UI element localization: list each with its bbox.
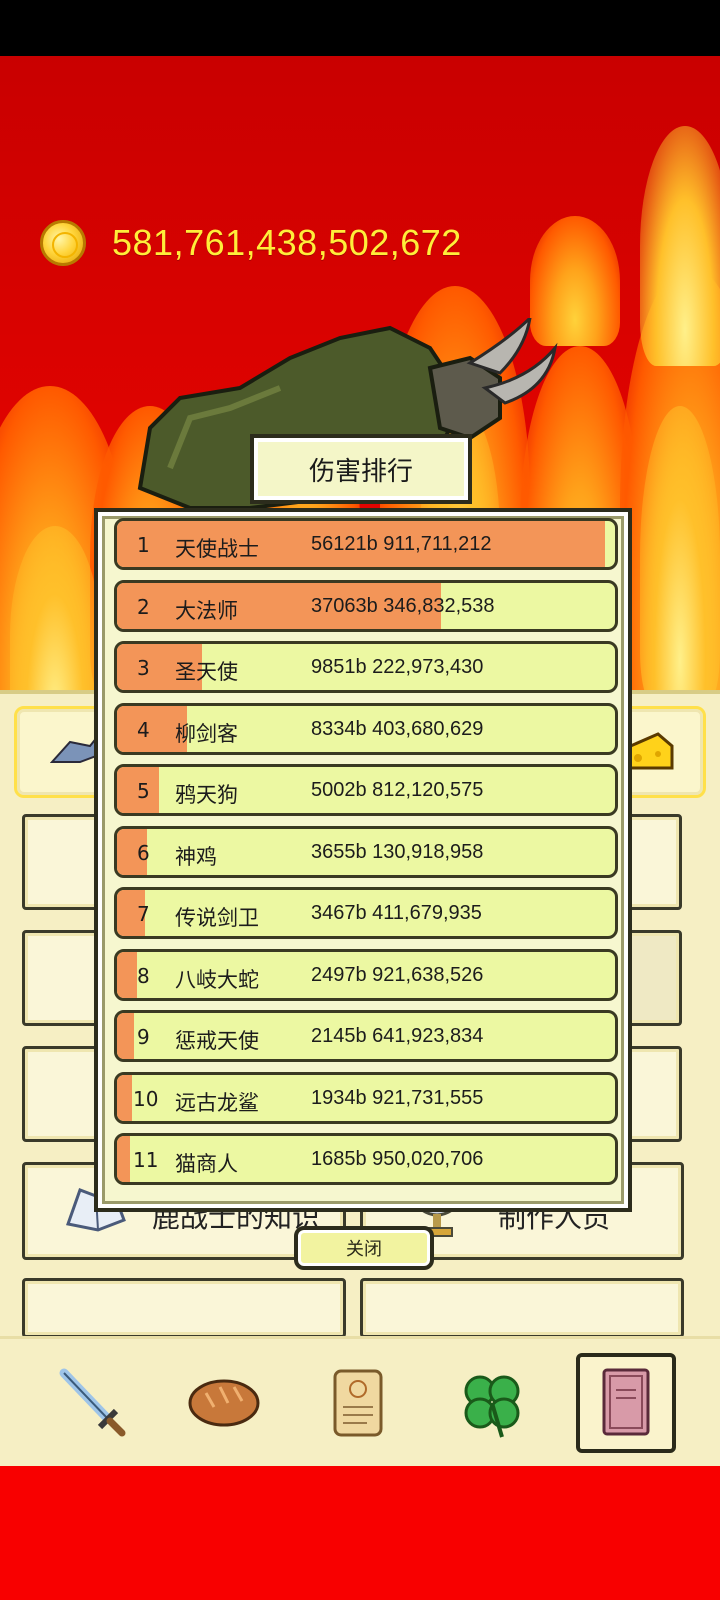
damage-value: 9851b 222,973,430 xyxy=(311,656,484,678)
coin-icon xyxy=(40,220,86,266)
bottom-nav xyxy=(0,1336,720,1466)
nav-scroll[interactable] xyxy=(308,1353,408,1453)
damage-share-bar xyxy=(117,1074,133,1121)
hero-name: 柳剑客 xyxy=(175,721,238,746)
ranking-row[interactable]: 1 天使战士 56121b 911,711,212 xyxy=(114,518,618,570)
damage-value: 5002b 812,120,575 xyxy=(311,779,484,801)
hero-name: 圣天使 xyxy=(175,660,238,684)
damage-ranking-panel: 1 天使战士 56121b 911,711,212 2 大法师 37063b 346,83… xyxy=(94,508,632,1212)
bread-icon xyxy=(188,1379,260,1427)
damage-value: 1685b 950,020,706 xyxy=(311,1148,484,1170)
rank-number: 9 xyxy=(137,1025,150,1049)
damage-value: 56121b 911,711,212 xyxy=(311,533,492,555)
menu-card-8[interactable] xyxy=(360,1278,684,1338)
damage-share-bar xyxy=(117,1013,135,1059)
coin-amount: 581,761,438,502,672 xyxy=(112,222,462,263)
rank-number: 3 xyxy=(137,656,150,680)
ranking-row[interactable]: 4 柳剑客 8334b 403,680,629 xyxy=(114,702,618,755)
ranking-row[interactable]: 3 圣天使 9851b 222,973,430 xyxy=(114,641,618,693)
ranking-title-box: 伤害排行 xyxy=(250,434,472,504)
damage-value: 8334b 403,680,629 xyxy=(311,717,484,740)
hero-name: 传说剑卫 xyxy=(175,906,259,930)
coin-counter: 581,761,438,502,672 xyxy=(40,218,462,268)
damage-share-bar xyxy=(117,951,137,998)
ranking-row[interactable]: 8 八岐大蛇 2497b 921,638,526 xyxy=(114,948,618,1001)
rank-number: 4 xyxy=(137,717,150,742)
clover-icon xyxy=(464,1375,520,1438)
hero-name: 猫商人 xyxy=(175,1152,238,1176)
scroll-icon xyxy=(333,1369,383,1437)
ranking-row[interactable]: 2 大法师 37063b 346,832,538 xyxy=(114,579,618,632)
damage-value: 37063b 346,832,538 xyxy=(311,594,495,617)
ranking-title: 伤害排行 xyxy=(308,456,413,487)
nav-bread[interactable] xyxy=(174,1353,274,1453)
ranking-row[interactable]: 11 猫商人 1685b 950,020,706 xyxy=(114,1133,618,1185)
hero-name: 远古龙鲨 xyxy=(175,1090,259,1115)
hero-name: 天使战士 xyxy=(175,537,259,561)
damage-value: 3655b 130,918,958 xyxy=(311,840,484,863)
ranking-row[interactable]: 6 神鸡 3655b 130,918,958 xyxy=(114,825,618,878)
ranking-row[interactable]: 5 鸦天狗 5002b 812,120,575 xyxy=(114,764,618,816)
hero-name: 鸦天狗 xyxy=(175,783,238,807)
rank-number: 5 xyxy=(137,779,150,803)
damage-value: 3467b 411,679,935 xyxy=(311,902,482,924)
rank-number: 2 xyxy=(137,594,150,619)
fish-icon xyxy=(50,732,100,763)
sword-icon xyxy=(59,1368,126,1437)
rank-number: 10 xyxy=(133,1086,159,1111)
ranking-row[interactable]: 7 传说剑卫 3467b 411,679,935 xyxy=(114,887,618,939)
hero-name: 八岐大蛇 xyxy=(175,967,259,992)
rank-number: 6 xyxy=(137,840,150,865)
rank-number: 11 xyxy=(133,1148,159,1172)
damage-value: 2497b 921,638,526 xyxy=(311,963,484,986)
damage-value: 2145b 641,923,834 xyxy=(311,1025,484,1047)
hero-name: 惩戒天使 xyxy=(175,1029,259,1053)
ranking-row[interactable]: 9 惩戒天使 2145b 641,923,834 xyxy=(114,1010,618,1062)
rank-number: 8 xyxy=(137,963,150,988)
rank-number: 7 xyxy=(137,902,150,926)
rank-number: 1 xyxy=(137,533,150,557)
nav-sword[interactable] xyxy=(42,1353,142,1453)
nav-clover[interactable] xyxy=(442,1353,542,1453)
status-bar xyxy=(0,0,720,56)
menu-card-7[interactable] xyxy=(22,1278,346,1338)
hero-name: 神鸡 xyxy=(175,844,217,869)
damage-value: 1934b 921,731,555 xyxy=(311,1086,484,1109)
close-button[interactable]: 关闭 xyxy=(294,1226,434,1270)
nav-book[interactable] xyxy=(576,1353,676,1453)
hero-name: 大法师 xyxy=(175,598,238,623)
book-icon xyxy=(602,1368,650,1436)
damage-share-bar xyxy=(117,1136,131,1182)
ranking-row[interactable]: 10 远古龙鲨 1934b 921,731,555 xyxy=(114,1071,618,1124)
